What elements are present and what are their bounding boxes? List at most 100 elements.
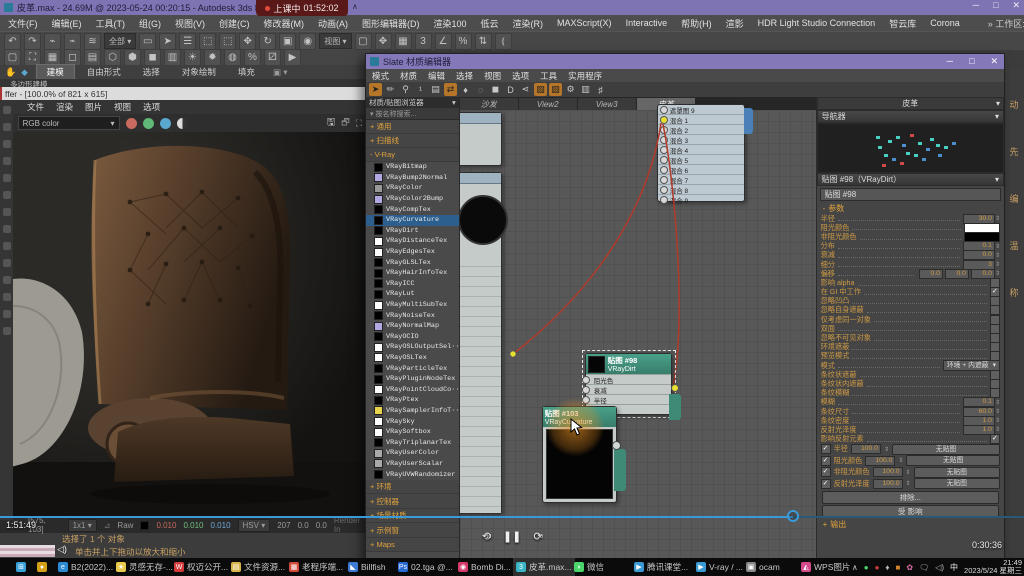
- node-side-tab[interactable]: [614, 449, 626, 491]
- mapped-amount[interactable]: 100.0: [851, 444, 881, 454]
- browser-item-VRayNoiseTex[interactable]: VRayNoiseTex: [366, 310, 459, 321]
- dock-icon-9[interactable]: [3, 259, 11, 267]
- slate-menu-4[interactable]: 视图: [484, 70, 501, 82]
- slate-menu-1[interactable]: 材质: [400, 70, 417, 82]
- mapped-amount[interactable]: 100.0: [873, 467, 903, 477]
- reference-coordsys-dropdown[interactable]: 视图 ▾: [319, 33, 351, 49]
- menu-item-12[interactable]: MAXScript(X): [557, 18, 612, 28]
- tray-icon-6[interactable]: ◁): [935, 563, 944, 572]
- rewind-10-button[interactable]: ⟲10: [482, 530, 491, 543]
- toolbar-icon-11[interactable]: ↻: [259, 33, 276, 50]
- browser-item-VRayOCIO[interactable]: VRayOCIO: [366, 332, 459, 343]
- exclude-button[interactable]: 排除...: [822, 491, 999, 504]
- input-socket[interactable]: [582, 376, 590, 384]
- toolbar-icon-2[interactable]: ⌁: [44, 33, 61, 50]
- no-map-button[interactable]: 无贴图: [906, 455, 1000, 466]
- slate-tool-icon-12[interactable]: ▨: [549, 83, 562, 96]
- slate-tool-icon-6[interactable]: ♦: [459, 83, 472, 96]
- max-titlebar[interactable]: 皮革.max - 24.69M @ 2023-05-24 00:20:15 - …: [0, 0, 1024, 15]
- toolbar2-icon-4[interactable]: ▤: [84, 49, 101, 66]
- input-socket[interactable]: [582, 386, 590, 394]
- slate-tool-icon-8[interactable]: ◼: [489, 83, 502, 96]
- blue-channel-button[interactable]: [160, 118, 171, 129]
- slate-menu-3[interactable]: 选择: [456, 70, 473, 82]
- dock-icon-5[interactable]: [3, 191, 11, 199]
- browser-item-VRayCompTex[interactable]: VRayCompTex: [366, 204, 459, 215]
- menu-item-1[interactable]: 编辑(E): [52, 17, 82, 30]
- browser-section-0[interactable]: + 通用: [366, 120, 459, 134]
- output-rollout[interactable]: +输出: [817, 519, 1004, 530]
- menu-item-13[interactable]: Interactive: [626, 18, 668, 28]
- dock-icon-3[interactable]: [3, 157, 11, 165]
- ribbon-tab-2[interactable]: 选择: [133, 65, 170, 79]
- vfb-menu-0[interactable]: 文件: [27, 101, 44, 113]
- taskbar-item-vray-video[interactable]: ▶V-ray / ...: [693, 558, 746, 576]
- browser-item-VRayPluginNodeTex[interactable]: VRayPluginNodeTex: [366, 374, 459, 385]
- taskbar-item-clock-app[interactable]: ●: [34, 558, 50, 576]
- tray-icon-4[interactable]: ✿: [906, 563, 913, 572]
- menu-item-9[interactable]: 渲染100: [434, 17, 467, 30]
- taskbar-item-star-app[interactable]: ★灵感无存-...: [113, 558, 176, 576]
- no-map-button[interactable]: 无贴图: [892, 444, 1000, 455]
- spinner-arrows-icon[interactable]: ⇕: [995, 261, 1000, 268]
- browser-item-VRaySamplerInfoT···[interactable]: VRaySamplerInfoT···: [366, 406, 459, 417]
- menu-item-5[interactable]: 创建(C): [219, 17, 250, 30]
- toolbar-icon-20[interactable]: ⇅: [475, 33, 492, 50]
- vfb-titlebar[interactable]: ffer - [100.0% of 821 x 615]: [0, 87, 366, 100]
- selection-filter-dropdown[interactable]: 全部 ▾: [104, 33, 136, 49]
- spinner-arrows-icon[interactable]: ⇕: [995, 215, 1000, 222]
- taskbar-item-bomb[interactable]: ◉Bomb Di...: [455, 558, 514, 576]
- browser-item-VRayGLSLTex[interactable]: VRayGLSLTex: [366, 257, 459, 268]
- toolbar-icon-10[interactable]: ✥: [239, 33, 256, 50]
- video-progress-bar[interactable]: [0, 516, 793, 518]
- browser-item-VRayCurvature[interactable]: VRayCurvature: [366, 215, 459, 226]
- output-socket[interactable]: [671, 384, 679, 392]
- browser-item-VRayTriplanarTex[interactable]: VRayTriplanarTex: [366, 437, 459, 448]
- dock-icon-2[interactable]: [3, 140, 11, 148]
- spinner-arrows-icon[interactable]: ⇕: [995, 408, 1000, 415]
- spinner-arrows-icon[interactable]: ⇕: [995, 270, 1000, 277]
- browser-search-input[interactable]: ▾按名称搜索...: [366, 108, 459, 120]
- spinner-arrows-icon[interactable]: ⇕: [995, 243, 1000, 250]
- menu-item-8[interactable]: 图形编辑器(D): [362, 17, 420, 30]
- menu-item-10[interactable]: 低云: [481, 17, 499, 30]
- checkbox[interactable]: ✓: [821, 479, 831, 489]
- toolbar2-icon-8[interactable]: ▥: [164, 49, 181, 66]
- browser-item-VRayColor[interactable]: VRayColor: [366, 183, 459, 194]
- vfb-channel-combo[interactable]: RGB color▾: [18, 116, 120, 130]
- toolbar2-icon-11[interactable]: ◍: [224, 49, 241, 66]
- browser-section-vray[interactable]: - V-Ray: [366, 148, 459, 162]
- browser-item-VRayLut[interactable]: VRayLut: [366, 289, 459, 300]
- taskbar-item-w-app[interactable]: W权迈公开...: [171, 558, 231, 576]
- taskbar-item-wps[interactable]: ◭WPS图片: [798, 558, 853, 576]
- tray-expand-caret[interactable]: ∧: [852, 563, 858, 572]
- toolbar-icon-1[interactable]: ↷: [24, 33, 41, 50]
- browser-footer-1[interactable]: + 控制器: [366, 494, 459, 509]
- spinner-arrows-icon[interactable]: ⇕: [898, 457, 903, 464]
- menu-item-0[interactable]: 文件(F): [8, 17, 38, 30]
- tray-icon-3[interactable]: ■: [896, 563, 901, 572]
- node-canvas[interactable]: 遮罩图 9混合 1混合 2混合 3混合 4混合 5混合 6混合 7混合 8混合 …: [460, 110, 816, 561]
- toolbar-icon-13[interactable]: ◉: [299, 33, 316, 50]
- mapped-amount[interactable]: 100.0: [873, 479, 903, 489]
- toolbar2-icon-7[interactable]: ◼: [144, 49, 161, 66]
- taskbar-item-3dsmax[interactable]: 3皮革.max...: [513, 558, 575, 576]
- dock-icon-8[interactable]: [3, 242, 11, 250]
- toolbar-icon-6[interactable]: ➤: [159, 33, 176, 50]
- toolbar-icon-19[interactable]: %: [455, 33, 472, 50]
- speaker-icon[interactable]: ◁): [57, 544, 67, 555]
- spinner-arrows-icon[interactable]: ⇕: [906, 469, 911, 476]
- browser-item-VRayOSLOutputSel···[interactable]: VRayOSLOutputSel···: [366, 342, 459, 353]
- node-side-tab[interactable]: [669, 394, 681, 420]
- mono-channel-button[interactable]: [177, 118, 188, 129]
- recording-banner[interactable]: 上课中 01:52:02: [256, 0, 348, 16]
- slate-tool-icon-0[interactable]: ➤: [369, 83, 382, 96]
- toolbar-icon-16[interactable]: ▦: [395, 33, 412, 50]
- ribbon-tab-4[interactable]: 填充: [228, 65, 265, 79]
- toolbar-icon-5[interactable]: ▭: [139, 33, 156, 50]
- taskbar-item-tencent-class[interactable]: ▶腾讯课堂...: [631, 558, 691, 576]
- slate-tool-icon-4[interactable]: ▤: [429, 83, 442, 96]
- slate-maximize-button[interactable]: □: [969, 56, 974, 67]
- navigator-minimap[interactable]: [817, 123, 1004, 173]
- material-header[interactable]: 贴图 #98（VRayDirt）▾: [817, 173, 1004, 186]
